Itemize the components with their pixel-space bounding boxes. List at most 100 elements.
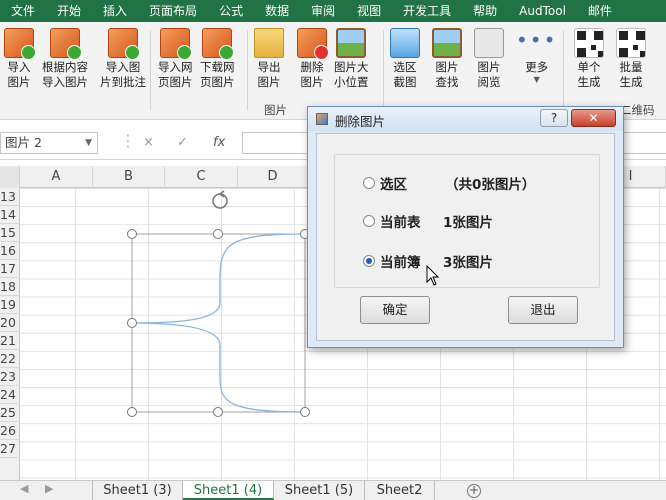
sheet-tab-sheet1-3[interactable]: Sheet1 (3) bbox=[92, 481, 183, 500]
scroll-right-icon[interactable]: ▶ bbox=[45, 482, 53, 495]
resize-handle[interactable] bbox=[213, 407, 223, 417]
picture-size-icon bbox=[336, 28, 367, 58]
add-sheet-icon[interactable]: + bbox=[467, 484, 481, 498]
tab-file[interactable]: 文件 bbox=[0, 0, 46, 22]
resize-handle[interactable] bbox=[213, 229, 223, 239]
radio-checked-icon[interactable] bbox=[363, 255, 375, 267]
row-header[interactable]: 19 bbox=[0, 296, 20, 314]
brace-path bbox=[131, 233, 306, 413]
resize-handle[interactable] bbox=[127, 318, 137, 328]
radio-icon[interactable] bbox=[363, 215, 375, 227]
sheet-tab-bar: ◀ ▶ Sheet1 (3) Sheet1 (4) Sheet1 (5) She… bbox=[0, 480, 666, 500]
resize-handle[interactable] bbox=[127, 407, 137, 417]
drag-handle-icon[interactable]: ⋮ bbox=[120, 131, 136, 150]
option-selection[interactable]: 选区 bbox=[363, 173, 407, 193]
picture-find-button[interactable]: 图片 查找 bbox=[432, 28, 462, 90]
name-box-value: 图片 2 bbox=[5, 135, 42, 150]
chevron-down-icon[interactable]: ▼ bbox=[85, 133, 92, 153]
help-button[interactable]: ? bbox=[540, 109, 568, 127]
options-group: 选区 （共0张图片） 当前表 1张图片 当前簿 3张图片 bbox=[334, 154, 600, 288]
option-selection-info: （共0张图片） bbox=[445, 177, 536, 193]
picture-view-button[interactable]: 图片 阅览 bbox=[474, 28, 504, 90]
import-to-comment-label: 导入图 片到批注 bbox=[100, 60, 146, 89]
tab-review[interactable]: 审阅 bbox=[300, 0, 346, 22]
fx-icon[interactable]: fx bbox=[213, 135, 225, 150]
picture-size-button[interactable]: 图片大 小位置 bbox=[334, 28, 369, 90]
delete-picture-icon bbox=[297, 28, 329, 60]
tab-insert[interactable]: 插入 bbox=[92, 0, 138, 22]
row-header-bar: 13 14 15 16 17 18 19 20 21 22 23 24 25 2… bbox=[0, 188, 20, 480]
import-picture-label: 导入 图片 bbox=[7, 60, 31, 89]
screenshot-button[interactable]: 选区 截图 bbox=[390, 28, 420, 90]
name-box[interactable]: 图片 2 ▼ bbox=[0, 132, 98, 154]
import-by-content-icon bbox=[50, 28, 82, 60]
column-header-a[interactable]: A bbox=[20, 166, 93, 188]
ribbon-tab-bar: 文件 开始 插入 页面布局 公式 数据 审阅 视图 开发工具 帮助 AudToo… bbox=[0, 0, 666, 22]
tab-help[interactable]: 帮助 bbox=[462, 0, 508, 22]
row-header[interactable]: 14 bbox=[0, 206, 20, 224]
sheet-tab-sheet1-4[interactable]: Sheet1 (4) bbox=[183, 481, 274, 500]
column-header-b[interactable]: B bbox=[93, 166, 165, 188]
row-header[interactable]: 26 bbox=[0, 422, 20, 440]
tab-home[interactable]: 开始 bbox=[46, 0, 92, 22]
sheet-tab-sheet1-5[interactable]: Sheet1 (5) bbox=[274, 481, 365, 500]
more-dots-icon: ••• bbox=[516, 28, 558, 52]
cancel-icon[interactable]: × bbox=[143, 135, 154, 150]
close-button[interactable]: ✕ bbox=[571, 109, 616, 127]
row-header[interactable]: 18 bbox=[0, 278, 20, 296]
import-web-picture-label: 导入网 页图片 bbox=[158, 60, 193, 89]
ribbon-separator bbox=[383, 30, 384, 110]
row-header[interactable]: 24 bbox=[0, 386, 20, 404]
app-icon bbox=[316, 113, 328, 125]
tab-page-layout[interactable]: 页面布局 bbox=[138, 0, 208, 22]
row-header[interactable]: 21 bbox=[0, 332, 20, 350]
dialog-title-bar[interactable]: 删除图片 ? ✕ bbox=[308, 107, 623, 131]
row-header[interactable]: 22 bbox=[0, 350, 20, 368]
qr-batch-label: 批量 生成 bbox=[619, 60, 643, 89]
exit-button[interactable]: 退出 bbox=[508, 296, 578, 324]
ok-button[interactable]: 确定 bbox=[360, 296, 430, 324]
screenshot-icon bbox=[390, 28, 420, 58]
select-all-corner[interactable] bbox=[0, 166, 20, 188]
rotate-handle-icon[interactable] bbox=[212, 190, 228, 209]
row-header[interactable]: 15 bbox=[0, 224, 20, 242]
column-header-c[interactable]: C bbox=[165, 166, 238, 188]
row-header[interactable]: 23 bbox=[0, 368, 20, 386]
enter-icon[interactable]: ✓ bbox=[177, 135, 188, 150]
more-button[interactable]: ••• 更多 ▼ bbox=[516, 28, 557, 84]
tab-formulas[interactable]: 公式 bbox=[208, 0, 254, 22]
download-web-picture-button[interactable]: 下载网 页图片 bbox=[200, 28, 235, 90]
ribbon-separator bbox=[563, 30, 564, 110]
row-header[interactable]: 16 bbox=[0, 242, 20, 260]
mouse-cursor-icon bbox=[426, 265, 440, 286]
import-to-comment-button[interactable]: 导入图 片到批注 bbox=[100, 28, 146, 90]
import-by-content-button[interactable]: 根据内容 导入图片 bbox=[42, 28, 88, 90]
row-header[interactable]: 27 bbox=[0, 440, 20, 458]
scroll-left-icon[interactable]: ◀ bbox=[20, 482, 28, 495]
picture-find-icon bbox=[432, 28, 462, 58]
row-header[interactable]: 25 bbox=[0, 404, 20, 422]
sheet-tab-sheet2[interactable]: Sheet2 bbox=[365, 481, 435, 500]
option-current-sheet[interactable]: 当前表 bbox=[363, 211, 421, 231]
tab-view[interactable]: 视图 bbox=[346, 0, 392, 22]
row-header[interactable]: 20 bbox=[0, 314, 20, 332]
tab-developer[interactable]: 开发工具 bbox=[392, 0, 462, 22]
export-picture-label: 导出 图片 bbox=[257, 60, 281, 89]
resize-handle[interactable] bbox=[300, 407, 310, 417]
delete-picture-button[interactable]: 删除 图片 bbox=[297, 28, 329, 90]
export-picture-button[interactable]: 导出 图片 bbox=[254, 28, 284, 90]
row-header[interactable]: 13 bbox=[0, 188, 20, 206]
tab-mail[interactable]: 邮件 bbox=[577, 0, 623, 22]
tab-data[interactable]: 数据 bbox=[254, 0, 300, 22]
radio-icon[interactable] bbox=[363, 177, 375, 189]
import-picture-button[interactable]: 导入 图片 bbox=[4, 28, 36, 90]
import-to-comment-icon bbox=[108, 28, 140, 60]
resize-handle[interactable] bbox=[127, 229, 137, 239]
option-current-workbook[interactable]: 当前簿 bbox=[363, 251, 421, 271]
qr-batch-button[interactable]: 批量 生成 bbox=[616, 28, 646, 90]
import-web-picture-button[interactable]: 导入网 页图片 bbox=[158, 28, 193, 90]
column-header-d[interactable]: D bbox=[238, 166, 308, 188]
qr-single-button[interactable]: 单个 生成 bbox=[574, 28, 604, 90]
row-header[interactable]: 17 bbox=[0, 260, 20, 278]
tab-audtool[interactable]: AudTool bbox=[508, 0, 577, 22]
